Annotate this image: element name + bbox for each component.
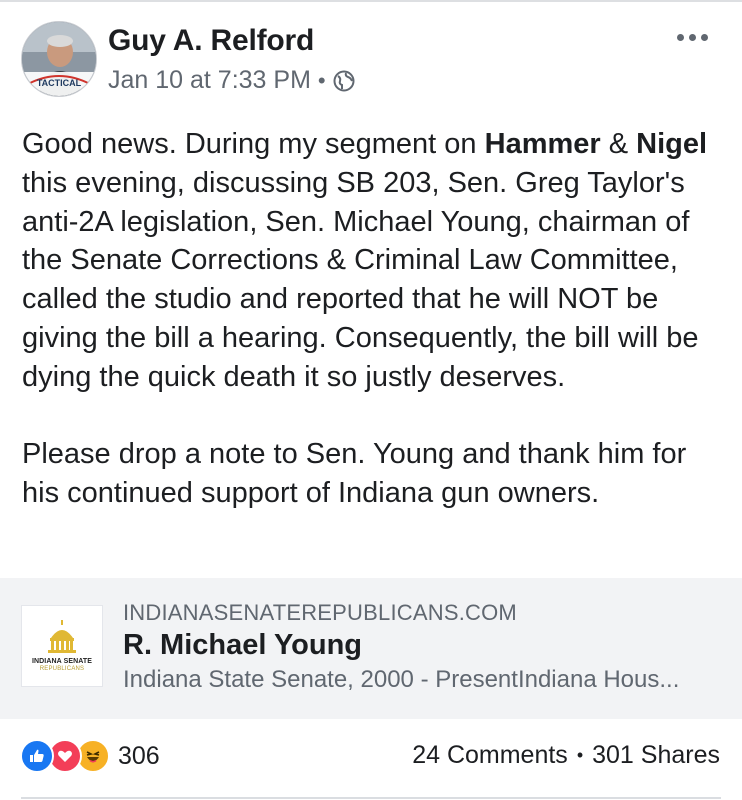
- link-thumbnail: INDIANA SENATE REPUBLICANS: [21, 605, 103, 687]
- bold-hammer: Hammer: [484, 128, 601, 160]
- author-name[interactable]: Guy A. Relford: [108, 24, 314, 58]
- post-meta: Jan 10 at 7:33 PM •: [108, 66, 355, 95]
- avatar-photo: TACTICAL: [22, 22, 96, 96]
- thumb-line-2: REPUBLICANS: [39, 666, 85, 672]
- post-paragraph-1: Good news. During my segment on Hammer &…: [22, 128, 708, 393]
- more-dot: [700, 33, 708, 41]
- bottom-divider: [21, 797, 721, 799]
- link-title[interactable]: R. Michael Young: [123, 629, 362, 662]
- like-icon: [20, 739, 54, 773]
- meta-separator: •: [317, 67, 326, 93]
- author-avatar[interactable]: TACTICAL: [21, 21, 97, 97]
- avatar-caption: TACTICAL: [37, 78, 82, 88]
- link-description: Indiana State Senate, 2000 - PresentIndi…: [123, 666, 680, 693]
- comments-count[interactable]: 24 Comments: [412, 741, 568, 770]
- reactions-summary[interactable]: 306: [20, 738, 160, 774]
- post-body: Good news. During my segment on Hammer &…: [22, 125, 727, 513]
- post-paragraph-2: Please drop a note to Sen. Young and tha…: [22, 438, 687, 510]
- more-options-icon[interactable]: [672, 26, 712, 48]
- reaction-count: 306: [118, 741, 160, 770]
- bold-nigel: Nigel: [636, 128, 708, 160]
- more-dot: [676, 33, 684, 41]
- engagement-stats: 24 Comments • 301 Shares: [412, 741, 720, 770]
- link-domain: INDIANASENATEREPUBLICANS.COM: [123, 600, 517, 625]
- top-divider: [0, 0, 742, 2]
- capitol-dome-icon: [48, 620, 76, 653]
- shares-count[interactable]: 301 Shares: [592, 741, 720, 770]
- globe-icon[interactable]: [333, 70, 355, 92]
- link-preview-card[interactable]: INDIANA SENATE REPUBLICANS INDIANASENATE…: [0, 578, 742, 719]
- engagement-separator: •: [576, 745, 584, 765]
- thumb-line-1: INDIANA SENATE: [31, 658, 93, 665]
- post-timestamp[interactable]: Jan 10 at 7:33 PM: [108, 66, 311, 95]
- more-dot: [688, 33, 696, 41]
